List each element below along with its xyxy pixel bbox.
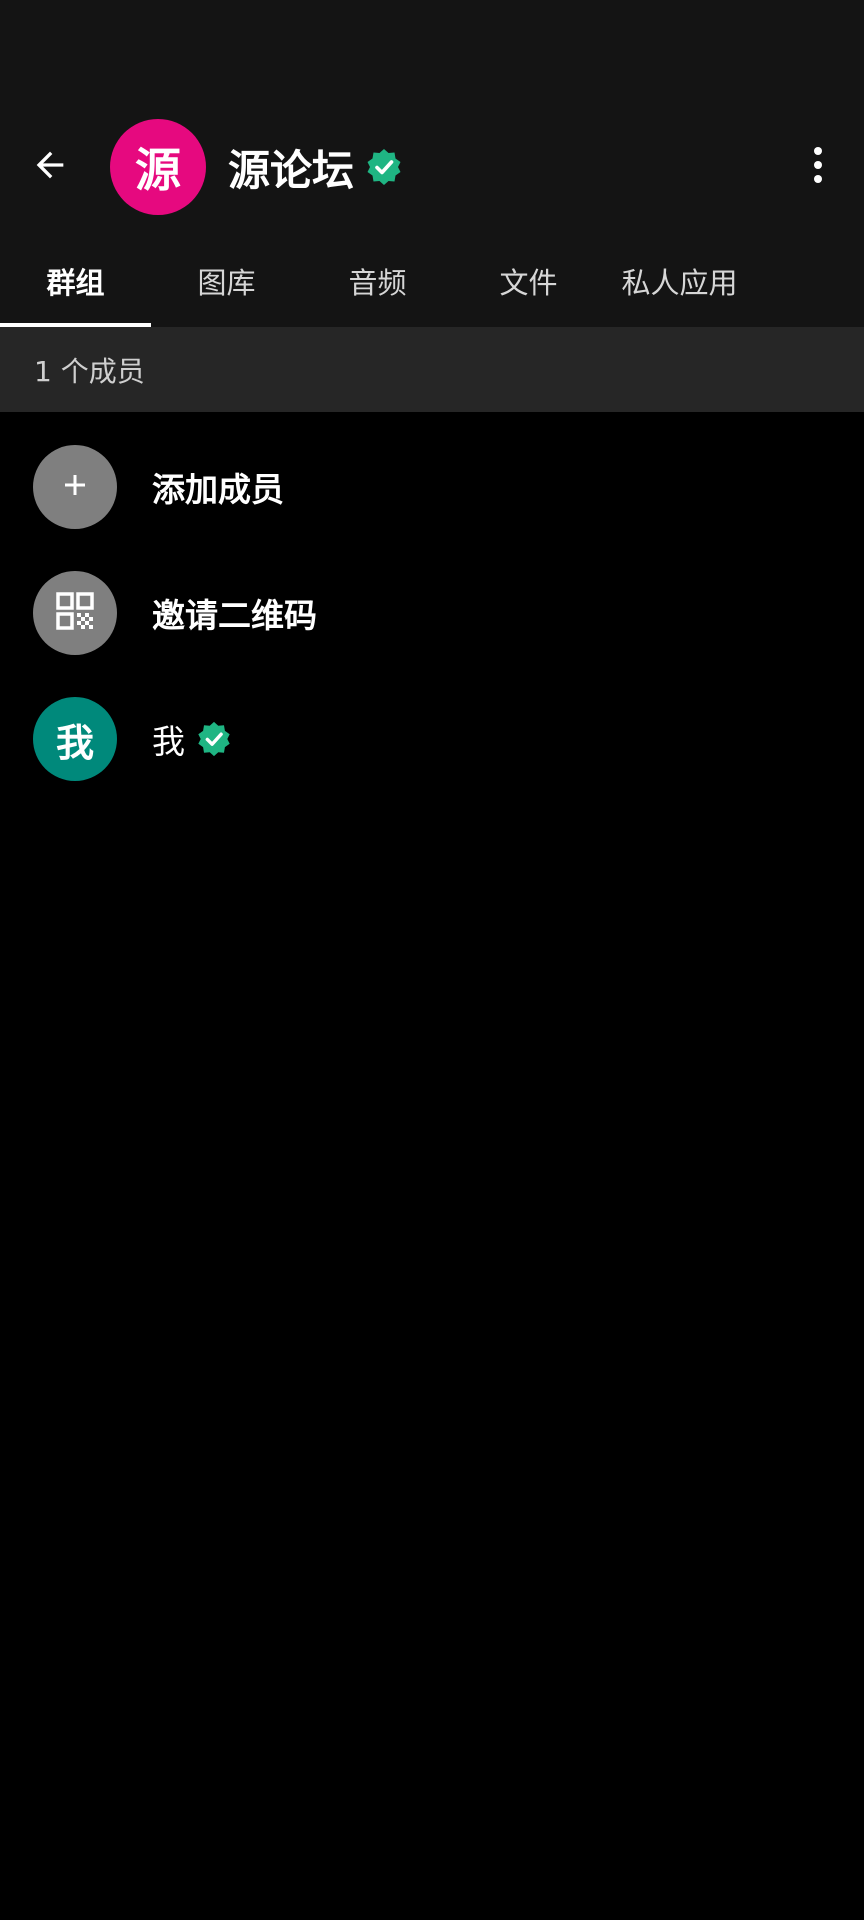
title-wrap[interactable]: 源论坛 (228, 137, 404, 198)
status-bar (0, 0, 864, 100)
page-title: 源论坛 (228, 145, 355, 195)
arrow-left-icon (30, 145, 70, 189)
add-member-label: 添加成员 (152, 470, 284, 509)
tab-audio[interactable]: 音频 (302, 234, 453, 327)
tab-bar: 群组 图库 音频 文件 私人应用 (0, 234, 864, 327)
me-label: 我 (152, 722, 185, 761)
qr-code-icon (56, 592, 94, 634)
group-avatar[interactable]: 源 (110, 119, 206, 215)
invite-qr-label: 邀请二维码 (152, 596, 317, 635)
more-vert-icon (812, 145, 824, 189)
me-avatar: 我 (33, 697, 117, 781)
more-options-button[interactable] (772, 100, 864, 234)
tab-files[interactable]: 文件 (453, 234, 604, 327)
tab-private-apps[interactable]: 私人应用 (604, 234, 755, 327)
member-list: 添加成员 邀请二维码 我 我 (0, 412, 864, 802)
member-count-label: 1 个成员 (34, 354, 145, 388)
me-label-wrap: 我 (152, 715, 233, 763)
verified-badge-icon (364, 147, 404, 187)
group-avatar-char: 源 (135, 143, 181, 197)
add-member-avatar (33, 445, 117, 529)
me-avatar-char: 我 (55, 720, 94, 765)
app-bar: 源 源论坛 (0, 100, 864, 234)
plus-icon (61, 471, 89, 503)
invite-qr-avatar (33, 571, 117, 655)
verified-badge-icon (195, 720, 233, 758)
invite-qr-row[interactable]: 邀请二维码 (0, 550, 864, 676)
back-button[interactable] (0, 100, 100, 234)
add-member-row[interactable]: 添加成员 (0, 424, 864, 550)
tab-group[interactable]: 群组 (0, 234, 151, 327)
member-row-me[interactable]: 我 我 (0, 676, 864, 802)
tab-gallery[interactable]: 图库 (151, 234, 302, 327)
member-count-header: 1 个成员 (0, 327, 864, 412)
